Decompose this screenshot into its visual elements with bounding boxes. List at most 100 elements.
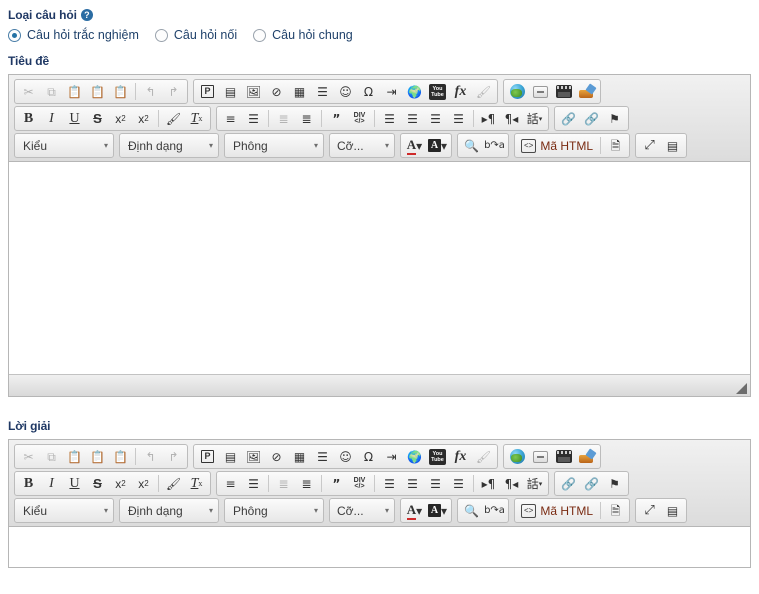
align-center-icon[interactable]: ☰ xyxy=(401,473,424,494)
image-icon[interactable]: 🖼 xyxy=(242,81,265,102)
copy-icon[interactable]: ⧉ xyxy=(40,81,63,102)
blockquote-icon[interactable]: ” xyxy=(325,473,348,494)
title-editor-content[interactable] xyxy=(9,162,750,374)
text-color-icon[interactable]: A ▾ xyxy=(403,135,426,156)
justify-icon[interactable]: ☰ xyxy=(447,108,470,129)
mathjax-icon[interactable]: fx xyxy=(449,81,472,102)
source-code-button[interactable]: <> Mã HTML xyxy=(517,138,597,153)
language-icon[interactable]: 話 ▾ xyxy=(523,108,546,129)
template-paint-icon[interactable] xyxy=(575,81,598,102)
show-blocks-icon[interactable]: ▤ xyxy=(661,500,684,521)
text-color-icon[interactable]: A ▾ xyxy=(403,500,426,521)
placeholder-icon[interactable]: P xyxy=(196,81,219,102)
indent-icon[interactable]: ≣ xyxy=(295,473,318,494)
indent-icon[interactable]: ≣ xyxy=(295,108,318,129)
link-icon[interactable]: 🔗 xyxy=(557,108,580,129)
globe-icon[interactable] xyxy=(506,81,529,102)
remove-format-icon[interactable]: 🖌 xyxy=(162,473,185,494)
styles-combo[interactable]: Kiểu ▾ xyxy=(14,133,114,158)
background-color-icon[interactable]: A ▾ xyxy=(426,135,449,156)
align-left-icon[interactable]: ☰ xyxy=(378,473,401,494)
show-blocks-icon[interactable]: ▤ xyxy=(661,135,684,156)
unlink-icon[interactable]: 🔗 xyxy=(580,108,603,129)
undo-icon[interactable]: ↰ xyxy=(139,446,162,467)
paste-icon[interactable]: 📋 xyxy=(63,446,86,467)
bold-icon[interactable]: B xyxy=(17,473,40,494)
numbered-list-icon[interactable]: ≡ xyxy=(219,473,242,494)
paste-as-text-icon[interactable]: 📋 xyxy=(86,81,109,102)
superscript-icon[interactable]: x2 xyxy=(132,108,155,129)
anchor-icon[interactable]: ⚑ xyxy=(603,473,626,494)
bold-icon[interactable]: B xyxy=(17,108,40,129)
magic-line-icon[interactable]: 🖌 xyxy=(472,81,495,102)
document-properties-icon[interactable]: 🗎 xyxy=(604,135,627,156)
replace-icon[interactable]: b↷a xyxy=(483,135,506,156)
copy-icon[interactable]: ⧉ xyxy=(40,446,63,467)
subscript-icon[interactable]: x2 xyxy=(109,473,132,494)
create-div-icon[interactable]: DIV </> xyxy=(348,108,371,129)
table-icon[interactable]: ▦ xyxy=(288,446,311,467)
align-left-icon[interactable]: ☰ xyxy=(378,108,401,129)
ltr-icon[interactable]: ▸¶ xyxy=(477,108,500,129)
bulleted-list-icon[interactable]: ☰ xyxy=(242,473,265,494)
unlink-icon[interactable]: 🔗 xyxy=(580,473,603,494)
template-paint-icon[interactable] xyxy=(575,446,598,467)
language-icon[interactable]: 話 ▾ xyxy=(523,473,546,494)
maximize-icon[interactable]: ⤢ xyxy=(638,135,661,156)
radio-option-matching[interactable]: Câu hỏi nối xyxy=(154,28,237,42)
templates-icon[interactable]: ▤ xyxy=(219,446,242,467)
mathjax-icon[interactable]: fx xyxy=(449,446,472,467)
maximize-icon[interactable]: ⤢ xyxy=(638,500,661,521)
page-break-icon[interactable]: ⇥ xyxy=(380,446,403,467)
subscript-icon[interactable]: x2 xyxy=(109,108,132,129)
strikethrough-icon[interactable]: S xyxy=(86,108,109,129)
outdent-icon[interactable]: ≣ xyxy=(272,473,295,494)
format-combo[interactable]: Định dạng ▾ xyxy=(119,133,219,158)
remove-format-icon[interactable]: 🖌 xyxy=(162,108,185,129)
clear-format-icon[interactable]: Tx xyxy=(185,473,208,494)
globe-icon[interactable] xyxy=(506,446,529,467)
italic-icon[interactable]: I xyxy=(40,473,63,494)
youtube-icon[interactable]: You Tube xyxy=(426,446,449,467)
flash-icon[interactable]: ⊘ xyxy=(265,446,288,467)
smiley-icon[interactable]: ☺ xyxy=(334,81,357,102)
fontsize-combo[interactable]: Cỡ... ▾ xyxy=(329,498,395,523)
bulleted-list-icon[interactable]: ☰ xyxy=(242,108,265,129)
smiley-icon[interactable]: ☺ xyxy=(334,446,357,467)
radio-option-general[interactable]: Câu hỏi chung xyxy=(253,28,353,42)
superscript-icon[interactable]: x2 xyxy=(132,473,155,494)
blockquote-icon[interactable]: ” xyxy=(325,108,348,129)
clear-format-icon[interactable]: Tx xyxy=(185,108,208,129)
outdent-icon[interactable]: ≣ xyxy=(272,108,295,129)
underline-icon[interactable]: U xyxy=(63,473,86,494)
fontsize-combo[interactable]: Cỡ... ▾ xyxy=(329,133,395,158)
align-right-icon[interactable]: ☰ xyxy=(424,473,447,494)
help-circle-icon[interactable]: ? xyxy=(80,9,93,21)
anchor-icon[interactable]: ⚑ xyxy=(603,108,626,129)
find-icon[interactable]: 🔍 xyxy=(460,135,483,156)
iframe-icon[interactable]: 🌍 xyxy=(403,81,426,102)
horizontal-rule-icon[interactable]: ☰ xyxy=(311,446,334,467)
align-center-icon[interactable]: ☰ xyxy=(401,108,424,129)
radio-option-multiple-choice[interactable]: Câu hỏi trắc nghiệm xyxy=(8,28,139,42)
paste-icon[interactable]: 📋 xyxy=(63,81,86,102)
magic-line-icon[interactable]: 🖌 xyxy=(472,446,495,467)
undo-icon[interactable]: ↰ xyxy=(139,81,162,102)
underline-icon[interactable]: U xyxy=(63,108,86,129)
page-break-button-icon[interactable] xyxy=(529,81,552,102)
image-icon[interactable]: 🖼 xyxy=(242,446,265,467)
ltr-icon[interactable]: ▸¶ xyxy=(477,473,500,494)
rtl-icon[interactable]: ¶◂ xyxy=(500,108,523,129)
numbered-list-icon[interactable]: ≡ xyxy=(219,108,242,129)
rtl-icon[interactable]: ¶◂ xyxy=(500,473,523,494)
italic-icon[interactable]: I xyxy=(40,108,63,129)
placeholder-icon[interactable]: P xyxy=(196,446,219,467)
flash-icon[interactable]: ⊘ xyxy=(265,81,288,102)
paste-from-word-icon[interactable]: 📋 xyxy=(109,81,132,102)
special-char-icon[interactable]: Ω xyxy=(357,81,380,102)
solution-editor-content[interactable] xyxy=(9,527,750,567)
redo-icon[interactable]: ↱ xyxy=(162,81,185,102)
page-break-button-icon[interactable] xyxy=(529,446,552,467)
page-break-icon[interactable]: ⇥ xyxy=(380,81,403,102)
table-icon[interactable]: ▦ xyxy=(288,81,311,102)
